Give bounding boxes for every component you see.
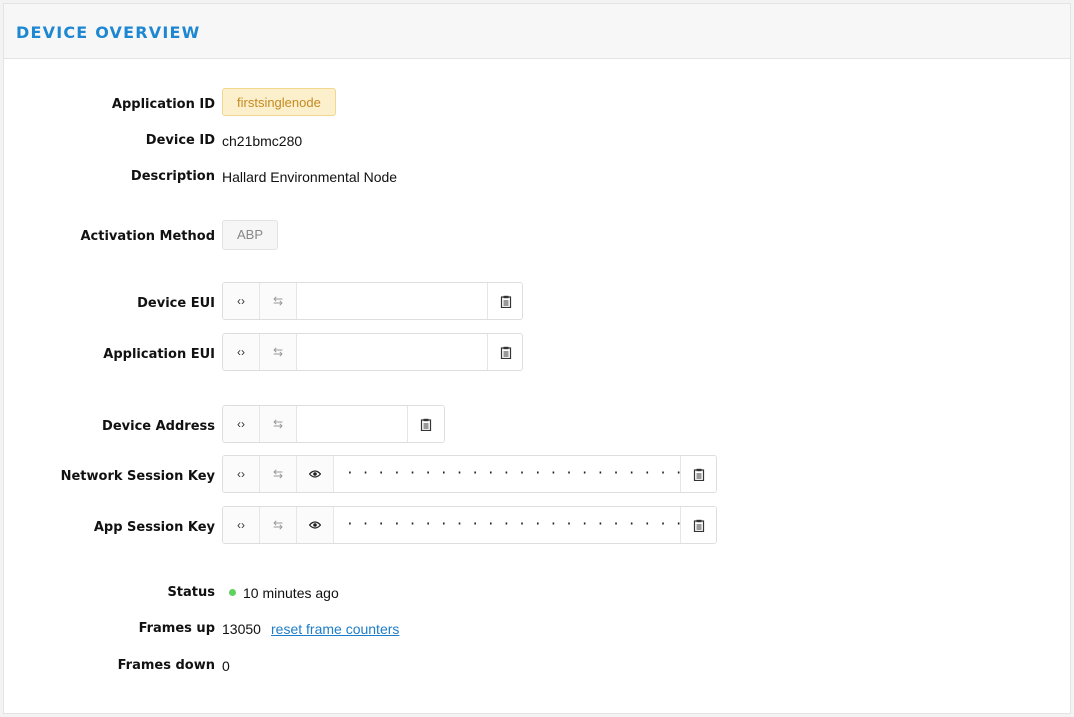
code-icon[interactable]: ‹› bbox=[223, 406, 260, 442]
activation-method-badge: ABP bbox=[222, 220, 279, 250]
frames-up-label: Frames up bbox=[138, 621, 215, 636]
application-id-badge[interactable]: firstsinglenode bbox=[222, 88, 336, 116]
frames-up-value: 13050 bbox=[222, 621, 261, 637]
application-id-label: Application ID bbox=[111, 97, 215, 112]
copy-icon[interactable] bbox=[488, 334, 522, 370]
swap-icon[interactable]: ⇆ bbox=[260, 507, 297, 543]
code-icon[interactable]: ‹› bbox=[223, 283, 260, 319]
description-label: Description bbox=[130, 169, 215, 184]
device-eui-field: ‹› ⇆ bbox=[222, 282, 523, 320]
description-value: Hallard Environmental Node bbox=[222, 169, 398, 185]
status-value: 10 minutes ago bbox=[243, 585, 339, 601]
device-eui-label: Device EUI bbox=[137, 296, 215, 311]
code-icon[interactable]: ‹› bbox=[223, 456, 260, 492]
code-icon[interactable]: ‹› bbox=[223, 507, 260, 543]
eye-icon[interactable] bbox=[297, 456, 334, 492]
app-session-key-label: App Session Key bbox=[93, 520, 215, 535]
frames-down-value: 0 bbox=[222, 658, 230, 674]
swap-icon[interactable]: ⇆ bbox=[260, 283, 297, 319]
device-id-value: ch21bmc280 bbox=[222, 133, 303, 149]
application-eui-field: ‹› ⇆ bbox=[222, 333, 523, 371]
copy-icon[interactable] bbox=[681, 456, 716, 492]
copy-icon[interactable] bbox=[681, 507, 716, 543]
device-address-input[interactable] bbox=[297, 406, 408, 442]
frames-down-label: Frames down bbox=[117, 658, 215, 673]
status-label: Status bbox=[167, 585, 215, 600]
device-id-label: Device ID bbox=[145, 133, 215, 148]
device-eui-input[interactable] bbox=[297, 283, 488, 319]
swap-icon[interactable]: ⇆ bbox=[260, 456, 297, 492]
status-dot-icon bbox=[229, 589, 236, 596]
network-session-key-field: ‹› ⇆ · · · · · · · · · · · · · · · · · ·… bbox=[222, 455, 717, 493]
activation-method-label: Activation Method bbox=[80, 229, 215, 244]
page-title: DEVICE OVERVIEW bbox=[16, 23, 201, 42]
swap-icon[interactable]: ⇆ bbox=[260, 334, 297, 370]
app-session-key-input[interactable]: · · · · · · · · · · · · · · · · · · · · … bbox=[334, 507, 681, 543]
device-overview-panel: DEVICE OVERVIEW Application ID firstsing… bbox=[3, 3, 1071, 714]
application-eui-input[interactable] bbox=[297, 334, 488, 370]
eye-icon[interactable] bbox=[297, 507, 334, 543]
copy-icon[interactable] bbox=[408, 406, 444, 442]
reset-frame-counters-link[interactable]: reset frame counters bbox=[271, 621, 399, 637]
swap-icon[interactable]: ⇆ bbox=[260, 406, 297, 442]
device-address-label: Device Address bbox=[102, 419, 215, 434]
network-session-key-label: Network Session Key bbox=[60, 469, 215, 484]
application-eui-label: Application EUI bbox=[103, 347, 215, 362]
panel-header: DEVICE OVERVIEW bbox=[4, 4, 1070, 59]
code-icon[interactable]: ‹› bbox=[223, 334, 260, 370]
device-address-field: ‹› ⇆ bbox=[222, 405, 445, 443]
app-session-key-field: ‹› ⇆ · · · · · · · · · · · · · · · · · ·… bbox=[222, 506, 717, 544]
copy-icon[interactable] bbox=[488, 283, 522, 319]
network-session-key-input[interactable]: · · · · · · · · · · · · · · · · · · · · … bbox=[334, 456, 681, 492]
